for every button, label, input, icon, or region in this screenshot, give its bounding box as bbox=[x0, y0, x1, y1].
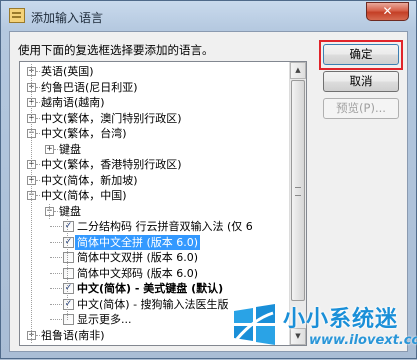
tree-root-line bbox=[31, 64, 32, 343]
tree-item-label: 中文(简体) - 美式键盘 (默认) bbox=[77, 282, 224, 295]
language-checkbox[interactable]: ✓ bbox=[63, 283, 74, 294]
language-checkbox[interactable] bbox=[63, 314, 74, 325]
watermark-logo-icon bbox=[234, 304, 275, 345]
tree-item-yo[interactable]: + 约鲁巴语(尼日利亚) bbox=[20, 80, 290, 96]
tree-item-label: 键盘 bbox=[59, 142, 81, 156]
language-checkbox[interactable]: ✓ bbox=[63, 236, 74, 248]
cancel-button[interactable]: 取消 bbox=[323, 71, 399, 92]
watermark-url: www.ilovext.com bbox=[309, 333, 417, 348]
tree-connector bbox=[36, 102, 40, 103]
tree-connector bbox=[50, 241, 62, 243]
tree-connector bbox=[36, 179, 40, 181]
tree-item-label: 中文(繁体，香港特别行政区) bbox=[41, 158, 182, 171]
tree-connector bbox=[50, 257, 62, 258]
tree-item-label: 简体中文双拼 (版本 6.0) bbox=[77, 251, 199, 264]
title-bar[interactable]: 添加输入语言 ✕ bbox=[1, 1, 416, 31]
language-checkbox[interactable] bbox=[63, 267, 74, 279]
tree-item-ime5[interactable]: ✓ 中文(简体) - 美式键盘 (默认) bbox=[20, 281, 290, 297]
tree-connector bbox=[36, 117, 40, 119]
tree-item-zh-cn-kb[interactable]: − 键盘 bbox=[20, 204, 290, 220]
ok-button[interactable]: 确定 bbox=[323, 44, 399, 65]
keyboard-app-icon bbox=[9, 8, 25, 23]
tree-child-line bbox=[49, 203, 50, 219]
language-checkbox[interactable]: ✓ bbox=[63, 221, 74, 232]
tree-item-zh-tw-kb[interactable]: + 键盘 bbox=[20, 142, 290, 158]
tree-item-label: 简体中文郑码 (版本 6.0) bbox=[77, 266, 199, 280]
tree-item-label: 祖鲁语(南非) bbox=[41, 328, 105, 342]
tree-connector bbox=[54, 210, 58, 212]
close-button[interactable]: ✕ bbox=[366, 2, 409, 21]
tree-item-label: 约鲁巴语(尼日利亚) bbox=[41, 80, 138, 94]
tree-item-label: 中文(简体，新加坡) bbox=[41, 173, 138, 187]
tree-item-label: 中文(简体，中国) bbox=[41, 189, 127, 202]
close-icon: ✕ bbox=[382, 4, 393, 18]
tree-item-label: 英语(英国) bbox=[41, 65, 94, 78]
tree-connector bbox=[50, 288, 62, 289]
tree-connector bbox=[54, 148, 58, 150]
expand-icon[interactable]: + bbox=[45, 144, 54, 154]
tree-item-zh-hk[interactable]: + 中文(繁体，香港特别行政区) bbox=[20, 157, 290, 173]
tree-item-label: 越南语(越南) bbox=[41, 96, 105, 109]
tree-connector bbox=[36, 133, 40, 134]
tree-item-zh-mo[interactable]: + 中文(繁体，澳门特别行政区) bbox=[20, 111, 290, 127]
preview-button[interactable]: 预览(P)... bbox=[323, 98, 399, 119]
tree-item-label: 中文(简体) - 搜狗输入法医生版 bbox=[77, 297, 229, 311]
language-checkbox[interactable] bbox=[63, 252, 74, 263]
tree-item-zh-cn[interactable]: − 中文(简体，中国) bbox=[20, 188, 290, 204]
scroll-up-button[interactable]: ▲ bbox=[290, 62, 306, 79]
tree-leaf-line bbox=[67, 219, 68, 320]
dialog-window: 添加输入语言 ✕ 使用下面的复选框选择要添加的语言。 + 英语(英国) + 约鲁巴语(… bbox=[0, 0, 417, 359]
tree-connector bbox=[50, 303, 62, 305]
tree-item-label: 中文(繁体，台湾) bbox=[41, 127, 127, 140]
tree-item-ime1[interactable]: ✓ 二分结构码 行云拼音双输入法 (仅 6 bbox=[20, 219, 290, 235]
tree-item-ime4[interactable]: 简体中文郑码 (版本 6.0) bbox=[20, 266, 290, 282]
tree-item-label: 中文(繁体，澳门特别行政区) bbox=[41, 111, 182, 125]
grip-icon bbox=[295, 187, 301, 196]
tree-connector bbox=[50, 319, 62, 320]
arrow-up-icon: ▲ bbox=[295, 66, 301, 74]
tree-connector bbox=[36, 164, 40, 165]
watermark-title: 小小系统迷 bbox=[283, 307, 399, 332]
tree-item-vi[interactable]: + 越南语(越南) bbox=[20, 95, 290, 111]
language-checkbox[interactable]: ✓ bbox=[63, 298, 74, 310]
tree-item-label: 二分结构码 行云拼音双输入法 (仅 6 bbox=[77, 220, 253, 233]
instruction-text: 使用下面的复选框选择要添加的语言。 bbox=[18, 43, 214, 57]
watermark: 小小系统迷 www.ilovext.com bbox=[229, 297, 417, 360]
tree-item-ime3[interactable]: 简体中文双拼 (版本 6.0) bbox=[20, 250, 290, 266]
tree-item-label: 键盘 bbox=[59, 204, 81, 218]
tree-connector bbox=[36, 86, 40, 88]
tree-connector bbox=[36, 195, 40, 196]
tree-connector bbox=[50, 272, 62, 274]
tree-item-en[interactable]: + 英语(英国) bbox=[20, 64, 290, 80]
tree-item-label: 显示更多... bbox=[77, 313, 132, 326]
tree-item-zh-sg[interactable]: + 中文(简体，新加坡) bbox=[20, 173, 290, 189]
tree-item-zh-tw[interactable]: − 中文(繁体，台湾) bbox=[20, 126, 290, 142]
tree-item-ime2[interactable]: ✓ 简体中文全拼 (版本 6.0) bbox=[20, 234, 290, 251]
tree-connector bbox=[50, 226, 62, 227]
tree-connector bbox=[36, 71, 40, 72]
window-title: 添加输入语言 bbox=[31, 11, 104, 25]
tree-item-label: 简体中文全拼 (版本 6.0) bbox=[75, 234, 201, 250]
scroll-thumb[interactable] bbox=[291, 80, 305, 301]
tree-connector bbox=[36, 334, 40, 336]
